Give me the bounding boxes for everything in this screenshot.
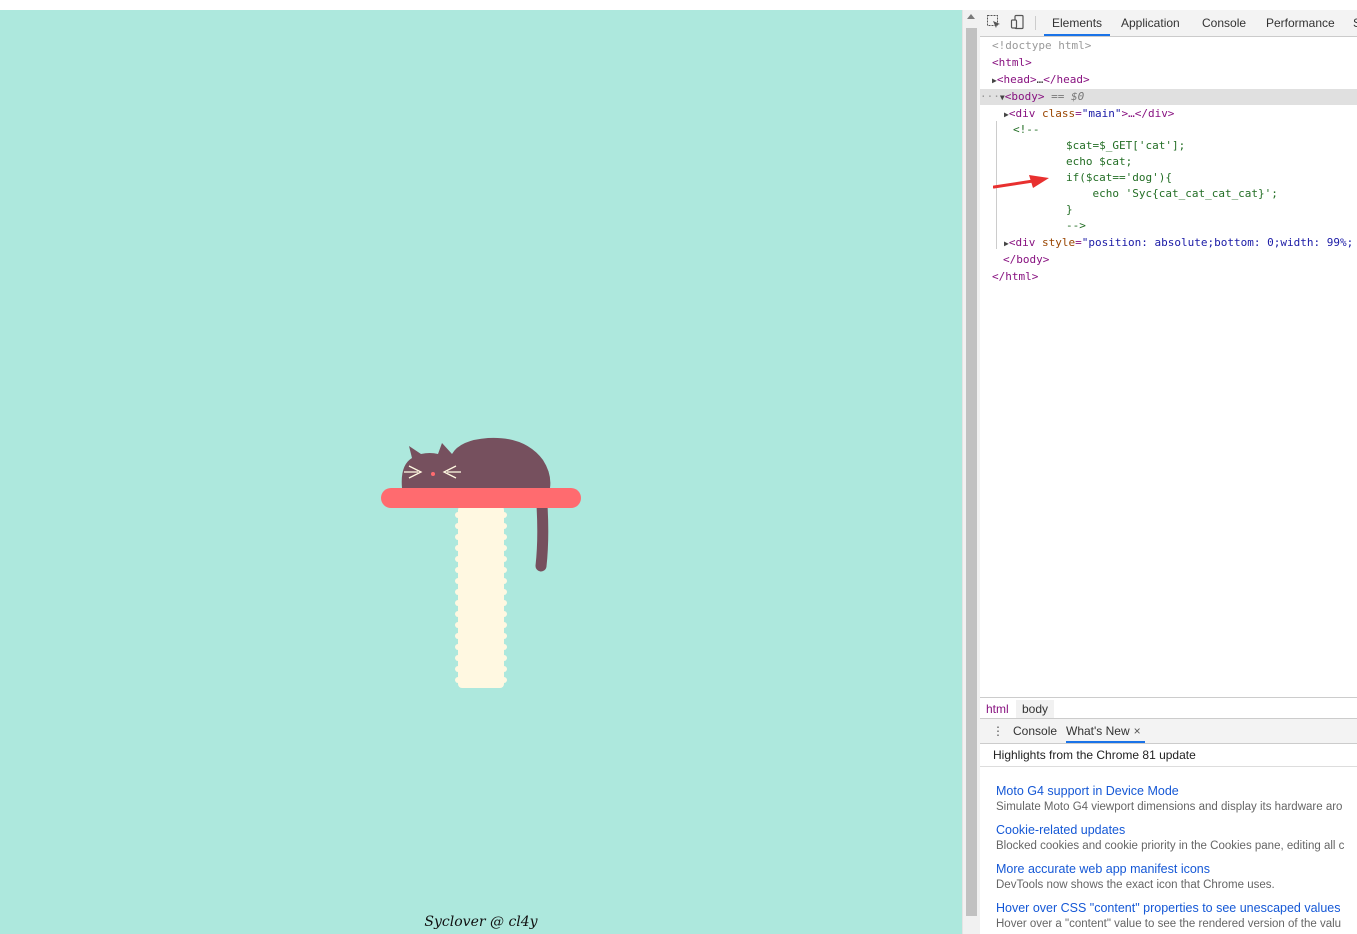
scroll-thumb[interactable]: [966, 28, 977, 916]
tab-elements[interactable]: Elements: [1044, 10, 1110, 36]
drawer-tabbar: ⋮ Console What's New ×: [980, 718, 1357, 744]
dom-body-close[interactable]: </body>: [1003, 252, 1049, 268]
comment-code-line: echo 'Syc{cat_cat_cat_cat}';: [1066, 187, 1278, 200]
drawer-tab-whats-new[interactable]: What's New ×: [1066, 719, 1145, 743]
tab-more[interactable]: S: [1353, 10, 1357, 36]
inspect-element-icon[interactable]: [986, 14, 1002, 30]
drawer-tab-console[interactable]: Console: [1013, 719, 1057, 743]
scratching-post: [455, 506, 507, 688]
comment-code-line: }: [1066, 203, 1073, 216]
whats-new-item: Hover over CSS "content" properties to s…: [996, 900, 1357, 932]
tab-application[interactable]: Application: [1121, 10, 1180, 36]
web-page: Syclover @ cl4y: [0, 10, 962, 934]
more-options-icon[interactable]: ⋮: [992, 724, 1004, 738]
comment-code-line: echo $cat;: [1066, 155, 1133, 168]
whats-new-item: More accurate web app manifest icons Dev…: [996, 861, 1357, 893]
devtools-panel: Elements Application Console Performance…: [980, 10, 1357, 934]
whats-new-link[interactable]: Cookie-related updates: [996, 822, 1357, 838]
whats-new-item: Moto G4 support in Device Mode Simulate …: [996, 783, 1357, 815]
red-arrow-annotation-icon: [993, 175, 1049, 189]
breadcrumb: html body: [980, 697, 1357, 718]
shelf: [381, 488, 581, 508]
whats-new-desc: Hover over a "content" value to see the …: [996, 918, 1342, 930]
tab-performance[interactable]: Performance: [1266, 10, 1335, 36]
whats-new-desc: Simulate Moto G4 viewport dimensions and…: [996, 801, 1343, 813]
whats-new-link[interactable]: Moto G4 support in Device Mode: [996, 783, 1357, 799]
dom-div-main[interactable]: ▶<div class="main">…</div>: [1004, 106, 1174, 122]
dom-comment-open[interactable]: <!--: [1013, 122, 1040, 138]
breadcrumb-body[interactable]: body: [1016, 700, 1055, 718]
whats-new-link[interactable]: More accurate web app manifest icons: [996, 861, 1357, 877]
devtools-tabbar: Elements Application Console Performance…: [980, 10, 1357, 37]
close-icon[interactable]: ×: [1134, 724, 1141, 738]
whats-new-desc: DevTools now shows the exact icon that C…: [996, 879, 1275, 891]
elements-tree: <!doctype html> <html> ▶<head>…</head> ·…: [980, 37, 1357, 697]
breadcrumb-html[interactable]: html: [980, 700, 1015, 718]
comment-code-line: if($cat=='dog'){: [1066, 171, 1172, 184]
dom-doctype[interactable]: <!doctype html>: [992, 38, 1091, 54]
footer-credit: Syclover @ cl4y: [424, 914, 538, 930]
dom-body-open[interactable]: ···▼<body> == $0: [980, 89, 1084, 105]
scroll-up-arrow-icon[interactable]: [967, 14, 975, 19]
whats-new-link[interactable]: Hover over CSS "content" properties to s…: [996, 900, 1357, 916]
tab-console[interactable]: Console: [1202, 10, 1246, 36]
dom-div-style[interactable]: ▶<div style="position: absolute;bottom: …: [1004, 235, 1353, 251]
dom-head[interactable]: ▶<head>…</head>: [992, 72, 1090, 88]
comment-code-line: $cat=$_GET['cat'];: [1066, 139, 1186, 152]
top-strip: [0, 0, 1357, 10]
dom-html-open[interactable]: <html>: [992, 55, 1032, 71]
dom-html-close[interactable]: </html>: [992, 269, 1038, 285]
whats-new-header: Highlights from the Chrome 81 update: [980, 743, 1357, 767]
device-toolbar-icon[interactable]: [1010, 14, 1026, 30]
cat-scratching-post-illustration: [381, 437, 581, 688]
toolbar-separator: [1035, 16, 1036, 30]
whats-new-item: Cookie-related updates Blocked cookies a…: [996, 822, 1357, 854]
page-scrollbar[interactable]: [962, 10, 980, 934]
comment-code-line: -->: [1066, 219, 1086, 232]
whats-new-desc: Blocked cookies and cookie priority in t…: [996, 840, 1345, 852]
